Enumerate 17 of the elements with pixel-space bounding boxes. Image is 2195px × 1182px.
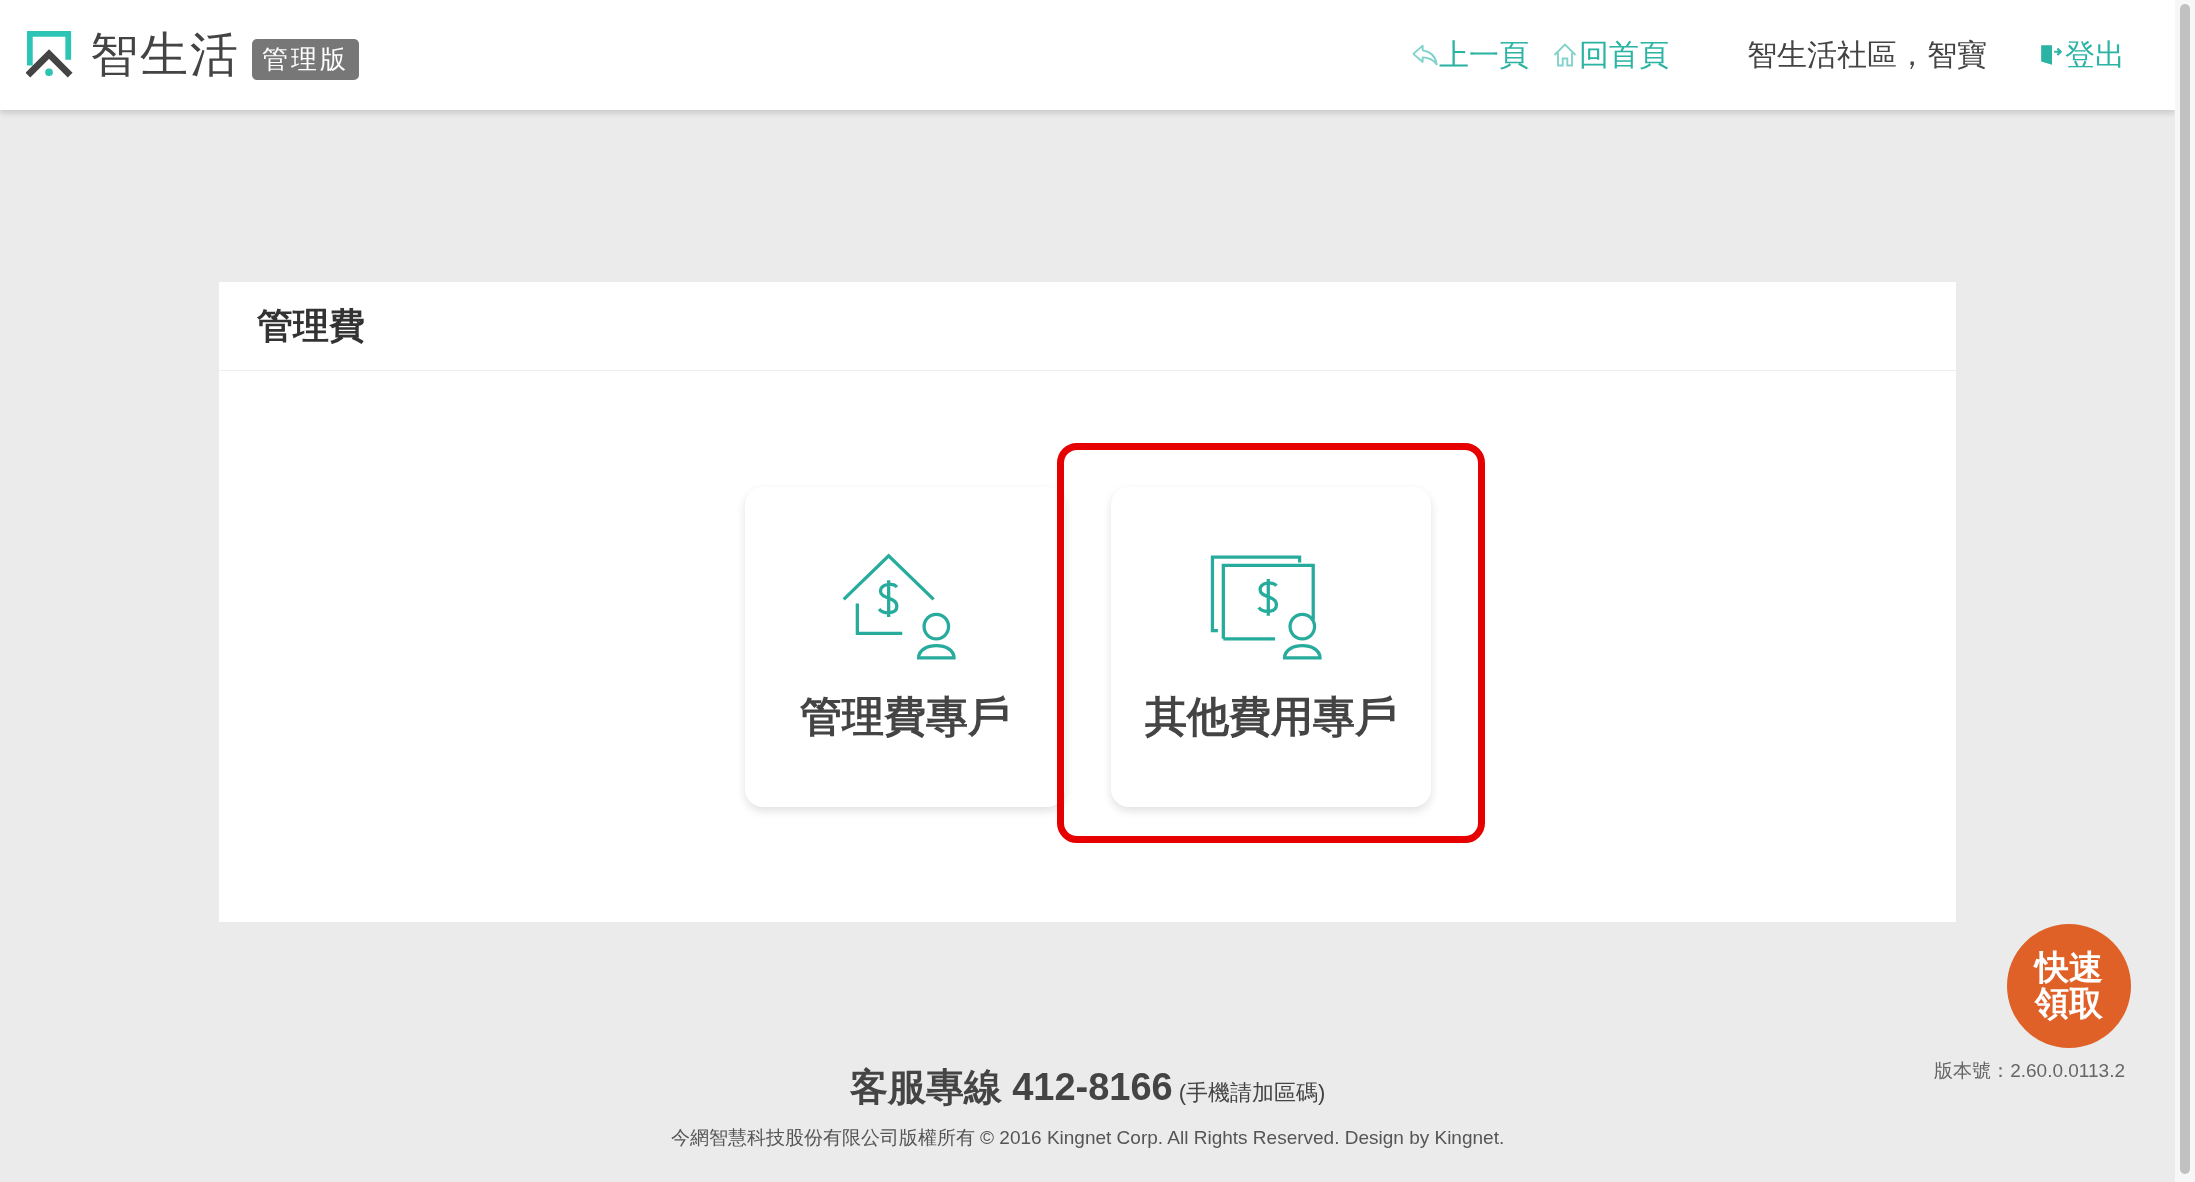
back-link[interactable]: 上一頁 bbox=[1411, 34, 1529, 76]
brand-name: 智生活 bbox=[90, 27, 240, 83]
logout-link[interactable]: 登出 bbox=[2039, 34, 2125, 76]
hotline-note: (手機請加區碼) bbox=[1178, 1079, 1326, 1107]
copyright-text: 今網智慧科技股份有限公司版權所有 © 2016 Kingnet Corp. All Rights Reserved. Design by Kingnet. bbox=[670, 1126, 1505, 1150]
scrollbar[interactable] bbox=[2175, 0, 2195, 1182]
quick-claim-button[interactable]: 快速 領取 bbox=[2007, 924, 2131, 1048]
panel-title: 管理費 bbox=[257, 303, 365, 348]
account-card[interactable]: 其他費用專戶 bbox=[1110, 487, 1431, 807]
version-number: 版本號：2.60.0.0113.2 bbox=[1934, 1059, 2125, 1083]
logo-icon bbox=[26, 31, 74, 79]
account-card[interactable]: 管理費專戶 bbox=[744, 487, 1065, 807]
edition-badge: 管理版 bbox=[252, 38, 359, 80]
hotline-text: 客服專線 412-8166 bbox=[849, 1065, 1173, 1110]
user-name: 智生活社區，智寶 bbox=[1747, 36, 1987, 73]
home-icon bbox=[1551, 41, 1579, 69]
home-link[interactable]: 回首頁 bbox=[1551, 34, 1669, 76]
